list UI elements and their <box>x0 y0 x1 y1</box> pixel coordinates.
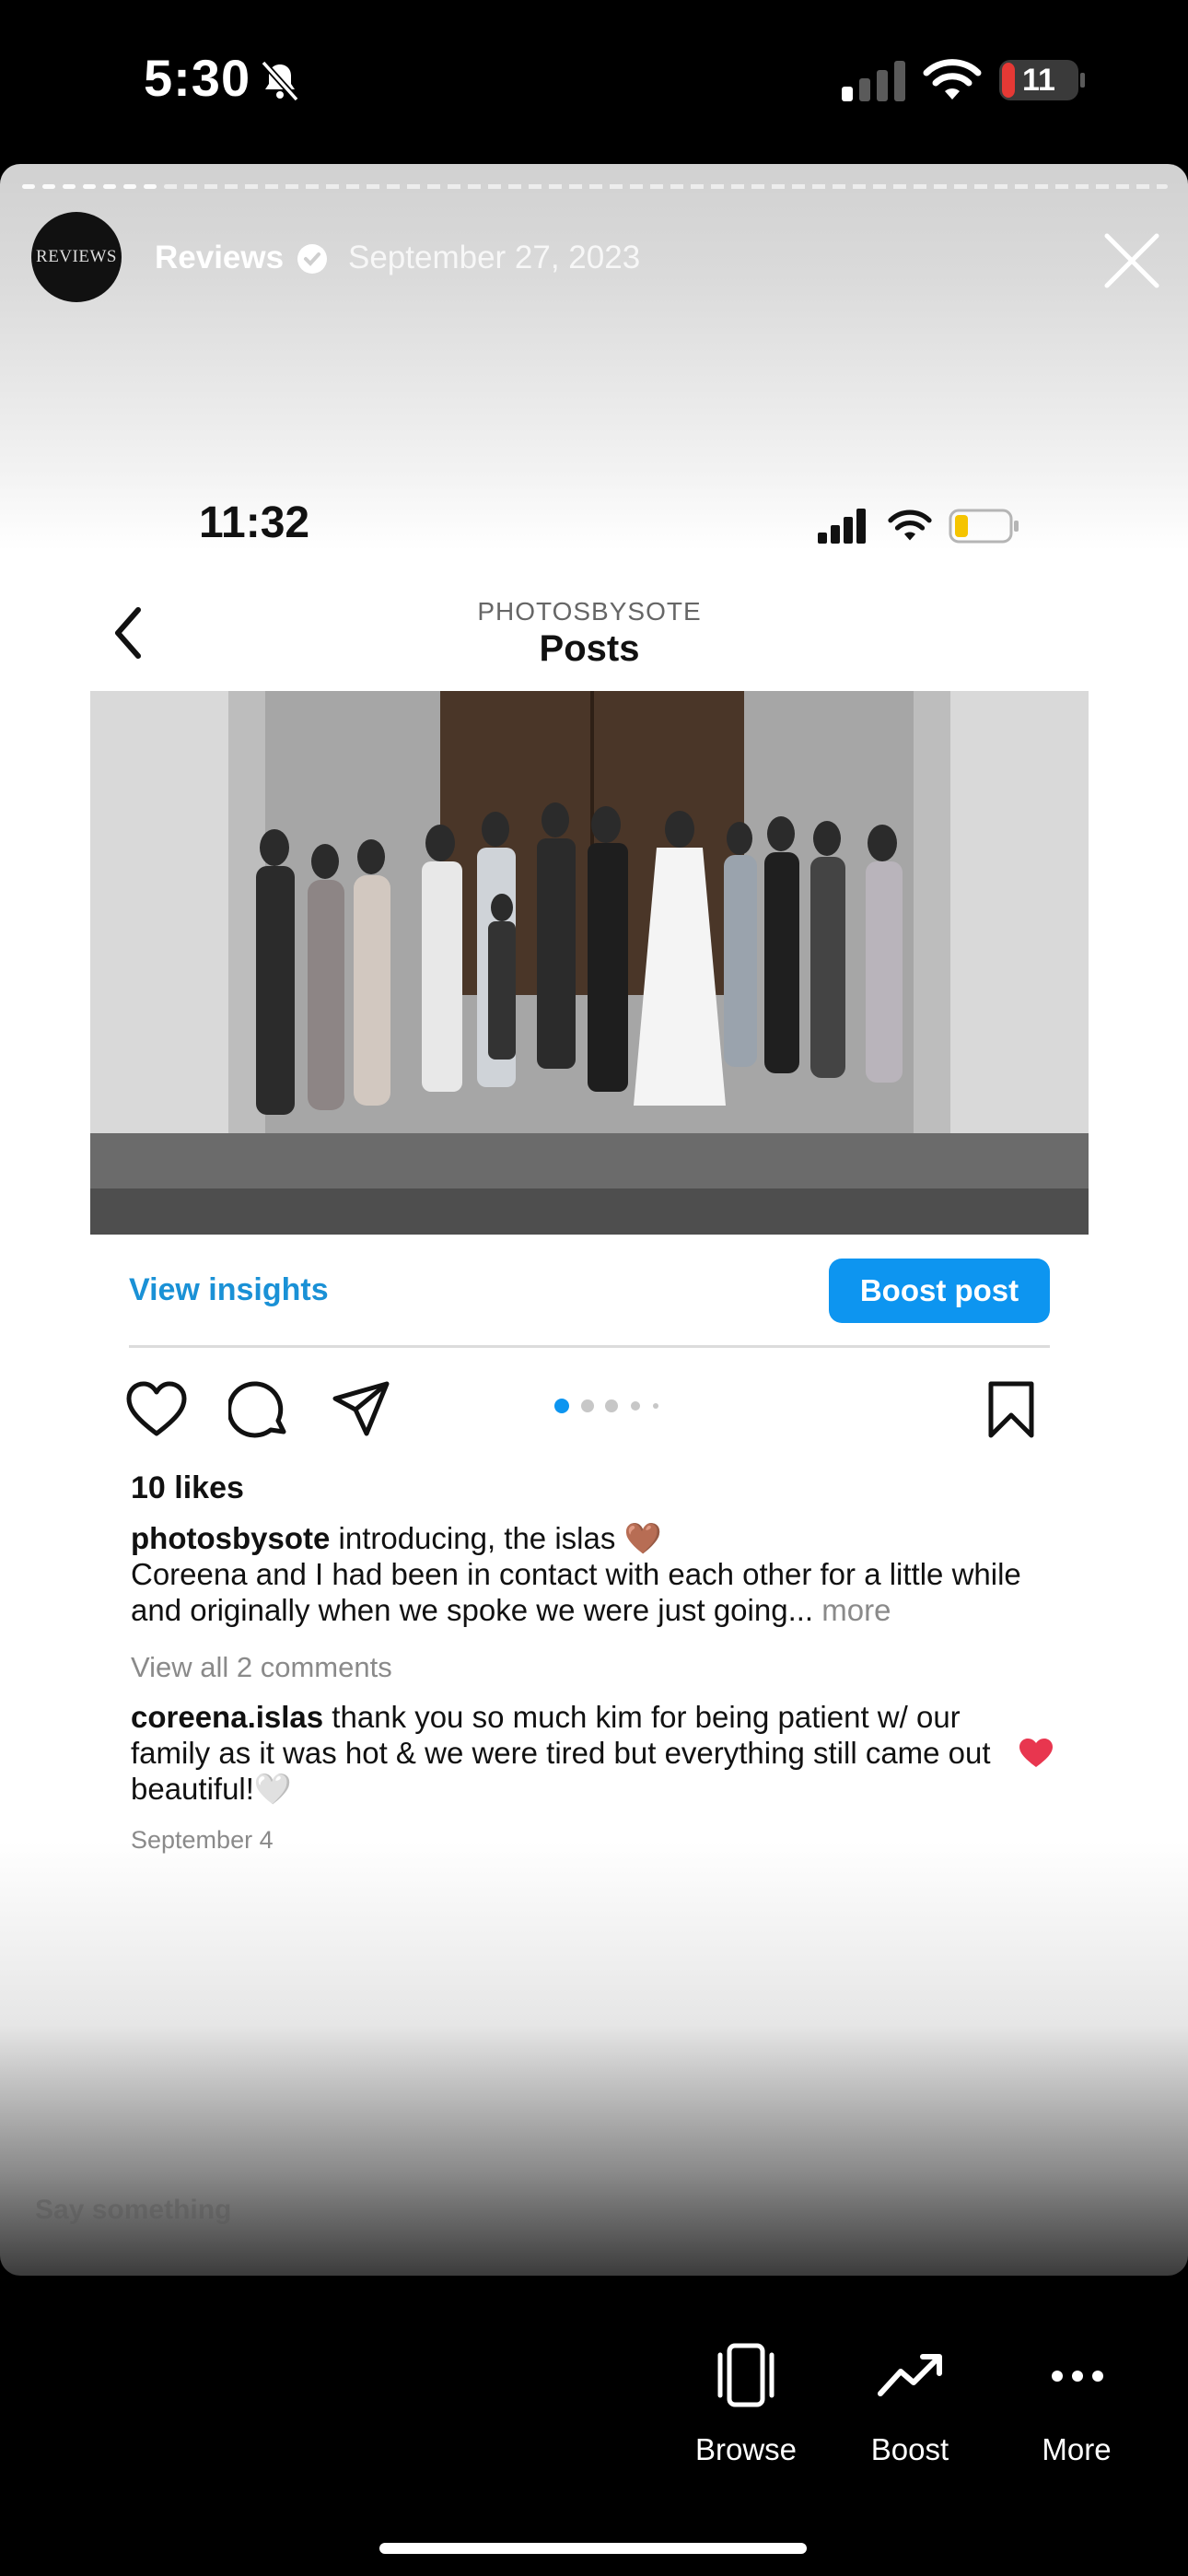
account-avatar[interactable]: REVIEWS <box>31 212 122 302</box>
battery-indicator: 11 <box>998 59 1087 101</box>
reply-input[interactable]: Say something <box>35 2195 231 2226</box>
browse-label[interactable]: Browse <box>677 2432 815 2467</box>
story-date: September 27, 2023 <box>348 240 641 275</box>
boost-trend-icon[interactable] <box>877 2351 943 2399</box>
account-caption: PHOTOSBYSOTE <box>477 597 702 626</box>
comment: coreena.islas thank you so much kim for … <box>131 1699 1006 1807</box>
inner-wifi-icon <box>888 509 932 541</box>
post-date: September 4 <box>131 1826 274 1854</box>
cellular-signal-icon <box>842 61 905 101</box>
inner-battery-icon <box>949 509 1019 544</box>
inner-signal-icon <box>818 509 866 544</box>
back-chevron-icon[interactable] <box>107 604 151 662</box>
comment-username[interactable]: coreena.islas <box>131 1700 323 1734</box>
post-caption: photosbysote introducing, the islas 🤎 Co… <box>131 1520 1061 1628</box>
heart-icon[interactable] <box>125 1378 188 1441</box>
more-label[interactable]: More <box>1007 2432 1146 2467</box>
home-indicator[interactable] <box>379 2543 807 2554</box>
page-title: Posts <box>539 628 640 669</box>
view-comments-link[interactable]: View all 2 comments <box>131 1651 392 1684</box>
boost-post-button[interactable]: Boost post <box>829 1259 1050 1323</box>
comment-icon[interactable] <box>228 1378 291 1441</box>
browse-icon[interactable] <box>711 2340 781 2410</box>
verified-badge-icon <box>297 244 327 274</box>
caption-headline: introducing, the islas 🤎 <box>330 1521 662 1555</box>
view-insights-link[interactable]: View insights <box>129 1272 329 1308</box>
more-link[interactable]: more <box>813 1593 891 1627</box>
inner-clock: 11:32 <box>199 498 310 547</box>
wifi-icon <box>923 59 982 100</box>
story-account-name[interactable]: Reviews <box>155 240 284 276</box>
battery-percent: 11 <box>1022 63 1055 98</box>
post-photo[interactable] <box>90 691 1089 1235</box>
story-card[interactable]: REVIEWS Reviews September 27, 2023 11:32… <box>0 164 1188 2276</box>
system-clock: 5:30 <box>144 49 251 107</box>
divider <box>129 1345 1050 1348</box>
carousel-dots <box>553 1397 672 1415</box>
liked-heart-icon[interactable] <box>1019 1738 1054 1769</box>
close-icon[interactable] <box>1101 230 1162 291</box>
share-icon[interactable] <box>330 1378 392 1441</box>
boost-label[interactable]: Boost <box>841 2432 979 2467</box>
bookmark-icon[interactable] <box>984 1380 1039 1439</box>
caption-username[interactable]: photosbysote <box>131 1521 330 1555</box>
likes-count[interactable]: 10 likes <box>131 1470 244 1506</box>
more-dots-icon[interactable] <box>1050 2364 1105 2388</box>
bell-slash-icon <box>261 60 299 102</box>
